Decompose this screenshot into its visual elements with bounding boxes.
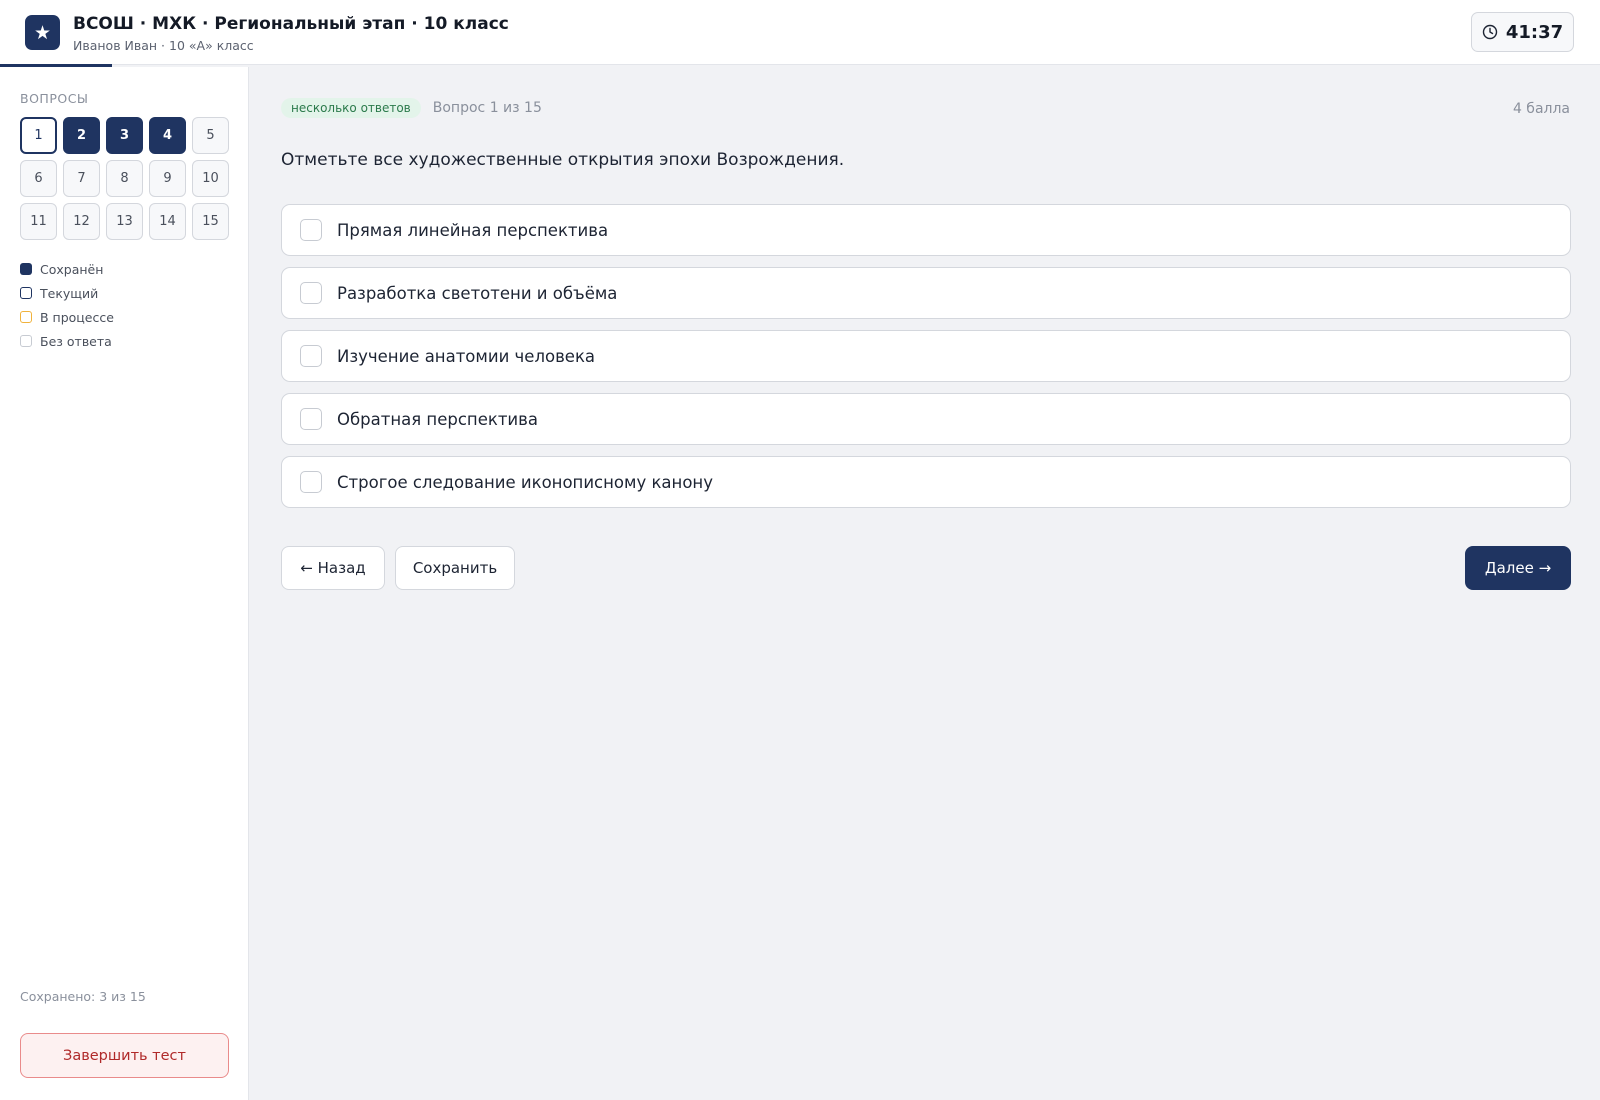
question-nav-button[interactable]: 9 bbox=[149, 160, 186, 197]
question-text: Отметьте все художественные открытия эпо… bbox=[281, 150, 845, 170]
option-label: Прямая линейная перспектива bbox=[337, 220, 609, 240]
question-nav-button[interactable]: 4 bbox=[149, 117, 186, 154]
clock-icon bbox=[1482, 24, 1498, 40]
legend-item: Сохранён bbox=[20, 257, 114, 281]
legend-item: Текущий bbox=[20, 281, 114, 305]
test-title: ВСОШ · МХК · Региональный этап · 10 клас… bbox=[73, 14, 509, 34]
question-nav-button[interactable]: 6 bbox=[20, 160, 57, 197]
next-button[interactable]: Далее → bbox=[1465, 546, 1571, 590]
option-checkbox[interactable] bbox=[300, 219, 322, 241]
question-navigator: 1 2 3 4 5 6 7 8 9 10 11 12 13 14 15 bbox=[20, 117, 229, 240]
question-counter: Вопрос 1 из 15 bbox=[432, 100, 542, 116]
question-nav-button[interactable]: 7 bbox=[63, 160, 100, 197]
legend-swatch bbox=[20, 287, 32, 299]
question-nav-button[interactable]: 13 bbox=[106, 203, 143, 240]
question-nav-button[interactable]: 10 bbox=[192, 160, 229, 197]
answer-option[interactable]: Прямая линейная перспектива bbox=[281, 204, 1571, 256]
saved-count: Сохранено: 3 из 15 bbox=[20, 989, 146, 1004]
question-nav-button[interactable]: 3 bbox=[106, 117, 143, 154]
sidebar: ВОПРОСЫ 1 2 3 4 5 6 7 8 9 10 11 12 13 14 15 Сохранён Те… bbox=[0, 67, 249, 1100]
question-nav-button[interactable]: 12 bbox=[63, 203, 100, 240]
option-label: Изучение анатомии человека bbox=[337, 346, 596, 366]
question-nav-button[interactable]: 14 bbox=[149, 203, 186, 240]
question-nav-button[interactable]: 2 bbox=[63, 117, 100, 154]
timer-value: 41:37 bbox=[1505, 21, 1564, 43]
question-nav-button[interactable]: 15 bbox=[192, 203, 229, 240]
question-points: 4 балла bbox=[1512, 101, 1570, 117]
question-nav-button[interactable]: 11 bbox=[20, 203, 57, 240]
legend-swatch bbox=[20, 311, 32, 323]
questions-heading: ВОПРОСЫ bbox=[20, 91, 89, 106]
option-checkbox[interactable] bbox=[300, 408, 322, 430]
question-meta: несколько ответов Вопрос 1 из 15 bbox=[281, 98, 542, 118]
option-checkbox[interactable] bbox=[300, 471, 322, 493]
save-button[interactable]: Сохранить bbox=[395, 546, 515, 590]
legend-item: Без ответа bbox=[20, 329, 114, 353]
legend-label: Сохранён bbox=[40, 261, 104, 277]
student-info: Иванов Иван · 10 «А» класс bbox=[73, 38, 254, 53]
legend-label: В процессе bbox=[40, 309, 114, 325]
answer-option[interactable]: Строгое следование иконописному канону bbox=[281, 456, 1571, 508]
option-label: Разработка светотени и объёма bbox=[337, 283, 618, 303]
legend: Сохранён Текущий В процессе Без ответа bbox=[20, 257, 114, 353]
option-checkbox[interactable] bbox=[300, 345, 322, 367]
legend-label: Без ответа bbox=[40, 333, 112, 349]
legend-swatch bbox=[20, 263, 32, 275]
answer-option[interactable]: Изучение анатомии человека bbox=[281, 330, 1571, 382]
answer-option[interactable]: Обратная перспектива bbox=[281, 393, 1571, 445]
question-nav-button[interactable]: 8 bbox=[106, 160, 143, 197]
timer: 41:37 bbox=[1471, 12, 1574, 52]
back-button[interactable]: ← Назад bbox=[281, 546, 385, 590]
legend-item: В процессе bbox=[20, 305, 114, 329]
option-label: Обратная перспектива bbox=[337, 409, 538, 429]
question-nav-button[interactable]: 5 bbox=[192, 117, 229, 154]
top-header: ★ ВСОШ · МХК · Региональный этап · 10 кл… bbox=[0, 0, 1600, 65]
legend-label: Текущий bbox=[40, 285, 99, 301]
star-logo-icon: ★ bbox=[25, 15, 60, 50]
answer-option[interactable]: Разработка светотени и объёма bbox=[281, 267, 1571, 319]
question-nav-button[interactable]: 1 bbox=[20, 117, 57, 154]
legend-swatch bbox=[20, 335, 32, 347]
option-label: Строгое следование иконописному канону bbox=[337, 472, 713, 492]
finish-test-button[interactable]: Завершить тест bbox=[20, 1033, 229, 1078]
answer-type-badge: несколько ответов bbox=[281, 98, 421, 118]
answer-options: Прямая линейная перспектива Разработка св… bbox=[281, 204, 1571, 519]
option-checkbox[interactable] bbox=[300, 282, 322, 304]
